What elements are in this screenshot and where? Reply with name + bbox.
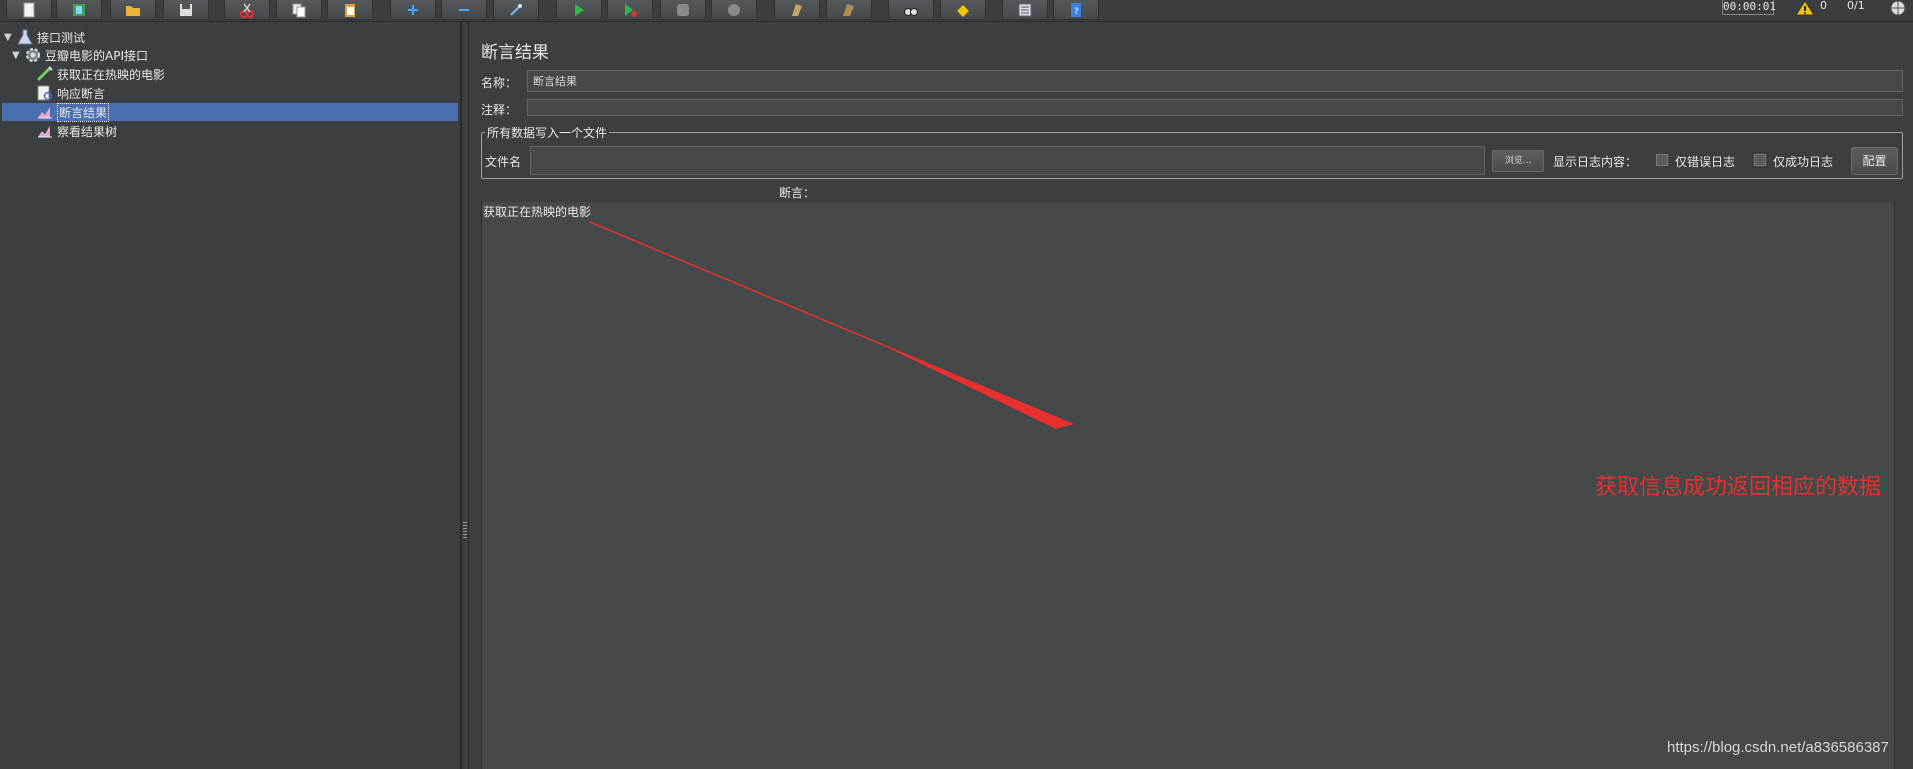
configure-button[interactable]: 配置 — [1851, 147, 1898, 175]
tree-item-label: 断言结果 — [57, 102, 110, 122]
svg-text:?: ? — [1074, 7, 1079, 17]
assertion-header-label: 断言： — [779, 186, 816, 200]
tree-expand-toggle[interactable]: ▼ — [12, 50, 24, 61]
assertion-icon — [37, 85, 53, 101]
watermark: https://blog.csdn.net/a836586387 — [1667, 739, 1889, 756]
filename-label: 文件名 — [485, 155, 522, 169]
paste-icon[interactable] — [327, 0, 373, 20]
warning-icon[interactable] — [1795, 0, 1815, 16]
http-sampler-icon — [36, 66, 53, 82]
shutdown-icon[interactable] — [711, 0, 757, 20]
name-label: 名称： — [481, 76, 518, 90]
toggle-icon[interactable] — [493, 0, 539, 20]
errors-only-label: 仅错误日志 — [1675, 155, 1736, 169]
tree-expand-toggle[interactable]: ▼ — [4, 32, 16, 43]
comment-field[interactable] — [527, 99, 1903, 116]
tree-item-response-assertion[interactable]: 响应断言 — [36, 84, 456, 102]
tree-item-thread-group[interactable]: ▼ 豆瓣电影的API接口 — [12, 46, 452, 64]
reset-search-icon[interactable] — [940, 0, 986, 20]
clear-icon[interactable] — [774, 0, 820, 20]
tree-item-http-sampler[interactable]: 获取正在热映的电影 — [36, 65, 456, 83]
clear-all-icon[interactable] — [826, 0, 872, 20]
tree-item-label: 响应断言 — [57, 86, 106, 101]
open-icon[interactable] — [110, 0, 156, 20]
test-plan-tree: ▼ 接口测试 ▼ 豆瓣电影的API接口 获取正在热映的电影 响应断言 断言结果 … — [0, 22, 461, 769]
remote-globe-icon[interactable] — [1888, 0, 1908, 16]
success-only-checkbox[interactable] — [1754, 154, 1766, 166]
comment-label: 注释： — [481, 103, 518, 117]
errors-only-checkbox[interactable] — [1656, 154, 1668, 166]
panel-splitter[interactable] — [461, 22, 469, 769]
new-icon[interactable] — [6, 0, 52, 20]
tree-item-test-plan[interactable]: ▼ 接口测试 — [4, 28, 444, 46]
toolbar: ? 00:00:01 0 0/1 — [0, 0, 1913, 22]
filename-field[interactable] — [530, 146, 1485, 175]
function-helper-icon[interactable] — [1002, 0, 1048, 20]
cut-icon[interactable] — [224, 0, 270, 20]
test-plan-icon — [17, 29, 33, 45]
annotation-text: 获取信息成功返回相应的数据 — [1595, 475, 1882, 500]
warning-count: 0 — [1820, 0, 1827, 12]
result-item[interactable]: 获取正在热映的电影 — [483, 203, 591, 220]
expand-icon[interactable] — [390, 0, 436, 20]
results-scrollbar[interactable] — [1894, 202, 1904, 769]
tree-item-view-results-tree[interactable]: 察看结果树 — [36, 122, 456, 140]
elapsed-timer: 00:00:01 — [1722, 0, 1776, 15]
listener-icon — [38, 107, 52, 119]
start-no-pause-icon[interactable] — [607, 0, 653, 20]
tree-item-label: 豆瓣电影的API接口 — [45, 48, 148, 63]
listener-icon — [38, 126, 52, 138]
tree-item-label: 获取正在热映的电影 — [57, 67, 166, 82]
copy-icon[interactable] — [276, 0, 322, 20]
success-only-label: 仅成功日志 — [1773, 155, 1834, 169]
splitter-grip[interactable] — [463, 522, 467, 538]
save-icon[interactable] — [163, 0, 209, 20]
name-field[interactable] — [527, 70, 1903, 92]
assertion-column-header[interactable]: 断言： — [481, 183, 1903, 203]
tree-item-assertion-results[interactable]: 断言结果 — [2, 102, 458, 122]
log-content-label: 显示日志内容： — [1553, 155, 1638, 169]
active-threads-count: 0/1 — [1847, 0, 1865, 12]
stop-icon[interactable] — [660, 0, 706, 20]
start-icon[interactable] — [556, 0, 602, 20]
browse-button[interactable]: 浏览... — [1492, 150, 1544, 172]
collapse-icon[interactable] — [441, 0, 487, 20]
write-to-file-legend: 所有数据写入一个文件 — [485, 124, 610, 141]
tree-item-label: 接口测试 — [37, 30, 86, 45]
tree-item-label: 察看结果树 — [57, 124, 118, 139]
search-icon[interactable] — [888, 0, 934, 20]
page-title: 断言结果 — [481, 43, 549, 63]
templates-icon[interactable] — [56, 0, 102, 20]
thread-group-icon — [26, 48, 40, 62]
help-icon[interactable]: ? — [1053, 0, 1099, 20]
assertion-results-panel: 断言结果 名称： 注释： 所有数据写入一个文件 文件名 浏览... 显示日志内容… — [470, 22, 1913, 769]
